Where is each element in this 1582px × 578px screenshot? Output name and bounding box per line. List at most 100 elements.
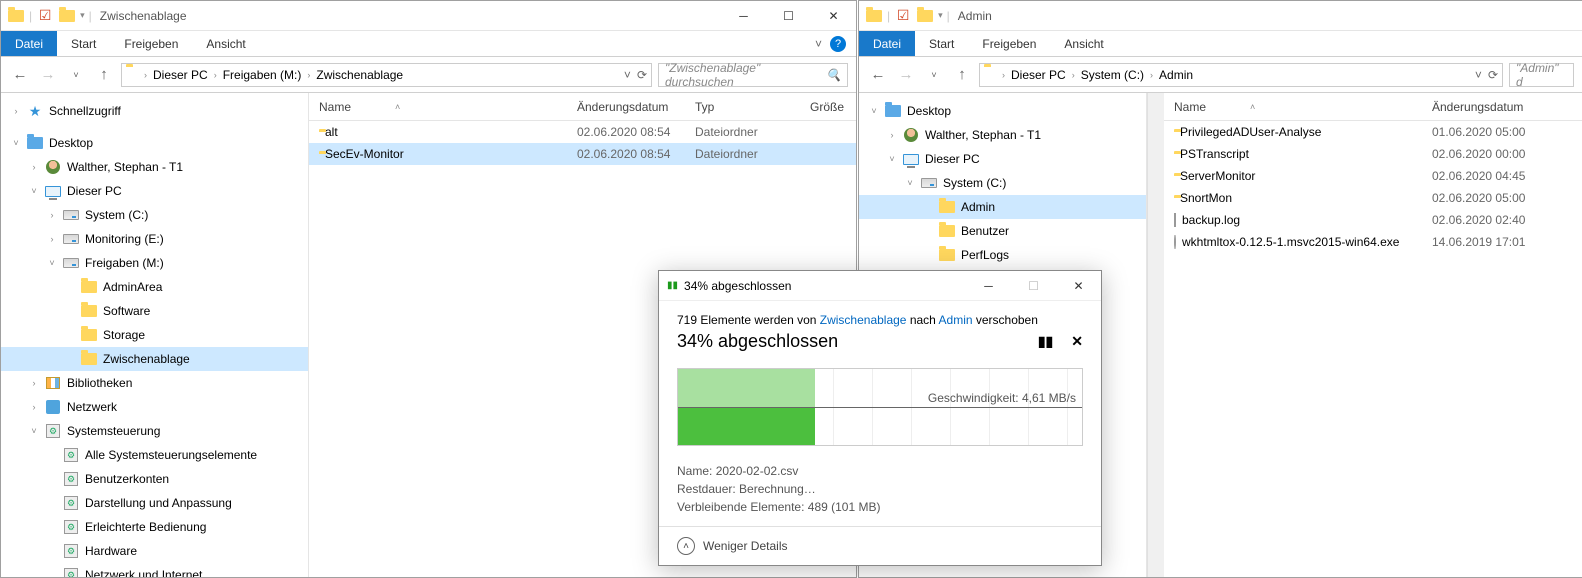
tree-node[interactable]: ˅Desktop (1, 131, 308, 155)
qat-dropdown-icon[interactable]: ▾ (80, 10, 85, 21)
tab-share[interactable]: Freigeben (110, 31, 192, 56)
breadcrumb[interactable]: › Dieser PC › System (C:) › Admin ˅ ⟳ (979, 63, 1503, 87)
tab-start[interactable]: Start (915, 31, 968, 56)
tab-share[interactable]: Freigeben (968, 31, 1050, 56)
tree-twisty-icon[interactable]: ˅ (29, 426, 39, 436)
tree-twisty-icon[interactable]: › (29, 402, 39, 412)
dialog-titlebar[interactable]: ▮▮ 34% abgeschlossen ─ ☐ ✕ (659, 271, 1101, 301)
tree-node[interactable]: ›Monitoring (E:) (1, 227, 308, 251)
tab-view[interactable]: Ansicht (1050, 31, 1117, 56)
table-row[interactable]: wkhtmltox-0.12.5-1.msvc2015-win64.exe14.… (1164, 231, 1582, 253)
col-name[interactable]: Name˄ (1164, 100, 1422, 114)
search-input[interactable]: "Admin" d (1509, 63, 1574, 87)
tab-file[interactable]: Datei (1, 31, 57, 56)
crumb-folder[interactable]: Zwischenablage (312, 68, 407, 82)
nav-back-icon[interactable]: ← (867, 66, 889, 83)
tree-twisty-icon[interactable]: › (29, 162, 39, 172)
address-dropdown-icon[interactable]: ˅ (624, 68, 631, 82)
table-row[interactable]: SecEv-Monitor02.06.2020 08:54Dateiordner (309, 143, 856, 165)
tree-node[interactable]: ˅Dieser PC (1, 179, 308, 203)
tree-scrollbar[interactable] (1147, 93, 1164, 577)
tree-node[interactable]: ˅Freigaben (M:) (1, 251, 308, 275)
qat-dropdown-icon[interactable]: ▾ (938, 10, 943, 21)
qat-folder-icon[interactable] (916, 7, 934, 25)
minimize-button[interactable]: ─ (966, 271, 1011, 301)
col-date[interactable]: Änderungsdatum (567, 100, 685, 114)
crumb-pc[interactable]: Dieser PC (149, 68, 212, 82)
tree-twisty-icon[interactable]: ˅ (887, 154, 897, 164)
nav-forward-icon[interactable]: → (895, 66, 917, 83)
tree-twisty-icon[interactable]: ˅ (29, 186, 39, 196)
table-row[interactable]: backup.log02.06.2020 02:40 (1164, 209, 1582, 231)
tree-node[interactable]: AdminArea (1, 275, 308, 299)
qat-folder-icon[interactable] (58, 7, 76, 25)
table-row[interactable]: ServerMonitor02.06.2020 04:45 (1164, 165, 1582, 187)
tree-node[interactable]: ›Walther, Stephan - T1 (859, 123, 1146, 147)
crumb-pc[interactable]: Dieser PC (1007, 68, 1070, 82)
address-dropdown-icon[interactable]: ˅ (1475, 68, 1482, 82)
table-row[interactable]: PrivilegedADUser-Analyse01.06.2020 05:00 (1164, 121, 1582, 143)
refresh-icon[interactable]: ⟳ (637, 68, 647, 82)
col-size[interactable]: Größe (800, 100, 850, 114)
chevron-right-icon[interactable]: › (214, 70, 217, 80)
col-name[interactable]: Name˄ (309, 100, 567, 114)
tab-view[interactable]: Ansicht (192, 31, 259, 56)
tree-node[interactable]: ⚙Netzwerk und Internet (1, 563, 308, 577)
tree-twisty-icon[interactable]: › (11, 106, 21, 116)
chevron-up-icon[interactable]: ˄ (677, 537, 695, 555)
tree-node[interactable]: ⚙Erleichterte Bedienung (1, 515, 308, 539)
nav-back-icon[interactable]: ← (9, 66, 31, 83)
table-row[interactable]: alt02.06.2020 08:54Dateiordner (309, 121, 856, 143)
maximize-button[interactable]: ☐ (1011, 271, 1056, 301)
dest-link[interactable]: Admin (939, 313, 973, 327)
chevron-right-icon[interactable]: › (1150, 70, 1153, 80)
chevron-right-icon[interactable]: › (144, 70, 147, 80)
col-date[interactable]: Änderungsdatum (1422, 100, 1540, 114)
nav-forward-icon[interactable]: → (37, 66, 59, 83)
fewer-details-link[interactable]: Weniger Details (703, 539, 787, 553)
maximize-button[interactable]: ☐ (766, 1, 811, 31)
tree-node[interactable]: Software (1, 299, 308, 323)
col-type[interactable]: Typ (685, 100, 800, 114)
titlebar[interactable]: | ☑ ▾ | Admin (859, 1, 1582, 31)
tree-twisty-icon[interactable]: › (47, 234, 57, 244)
tree-node[interactable]: ˅Desktop (859, 99, 1146, 123)
source-link[interactable]: Zwischenablage (820, 313, 907, 327)
chevron-right-icon[interactable]: › (307, 70, 310, 80)
pause-button[interactable]: ▮▮ (1038, 333, 1053, 350)
checked-box-icon[interactable]: ☑ (36, 7, 54, 25)
refresh-icon[interactable]: ⟳ (1488, 68, 1498, 82)
tab-file[interactable]: Datei (859, 31, 915, 56)
nav-recent-icon[interactable]: ˅ (923, 70, 945, 80)
chevron-right-icon[interactable]: › (1072, 70, 1075, 80)
tree-node[interactable]: ›Bibliotheken (1, 371, 308, 395)
tree-node[interactable]: ›Walther, Stephan - T1 (1, 155, 308, 179)
nav-tree[interactable]: ›★Schnellzugriff˅Desktop›Walther, Stepha… (1, 93, 309, 577)
table-row[interactable]: SnortMon02.06.2020 05:00 (1164, 187, 1582, 209)
tree-node[interactable]: ˅Dieser PC (859, 147, 1146, 171)
tree-node[interactable]: ⚙Alle Systemsteuerungselemente (1, 443, 308, 467)
tree-node[interactable]: Admin (859, 195, 1146, 219)
tree-node[interactable]: ⚙Benutzerkonten (1, 467, 308, 491)
ribbon-expand-icon[interactable]: ˅ (815, 37, 822, 51)
titlebar[interactable]: | ☑ ▾ | Zwischenablage ─ ☐ ✕ (1, 1, 856, 31)
tree-twisty-icon[interactable]: ˅ (11, 138, 21, 148)
tree-node[interactable]: Storage (1, 323, 308, 347)
tree-twisty-icon[interactable]: ˅ (47, 258, 57, 268)
tree-node[interactable]: ˅⚙Systemsteuerung (1, 419, 308, 443)
tree-twisty-icon[interactable]: ˅ (905, 178, 915, 188)
tree-node[interactable]: Benutzer (859, 219, 1146, 243)
help-icon[interactable]: ? (830, 36, 846, 52)
minimize-button[interactable]: ─ (721, 1, 766, 31)
table-row[interactable]: PSTranscript02.06.2020 00:00 (1164, 143, 1582, 165)
tree-node[interactable]: PerfLogs (859, 243, 1146, 267)
tree-node[interactable]: Zwischenablage (1, 347, 308, 371)
tree-node[interactable]: ›System (C:) (1, 203, 308, 227)
cancel-button[interactable]: ✕ (1071, 333, 1083, 350)
nav-up-icon[interactable]: ↑ (93, 66, 115, 83)
breadcrumb[interactable]: › Dieser PC › Freigaben (M:) › Zwischena… (121, 63, 652, 87)
nav-recent-icon[interactable]: ˅ (65, 70, 87, 80)
crumb-drive[interactable]: Freigaben (M:) (219, 68, 306, 82)
search-input[interactable]: "Zwischenablage" durchsuchen 🔍 (658, 63, 848, 87)
crumb-drive[interactable]: System (C:) (1077, 68, 1148, 82)
